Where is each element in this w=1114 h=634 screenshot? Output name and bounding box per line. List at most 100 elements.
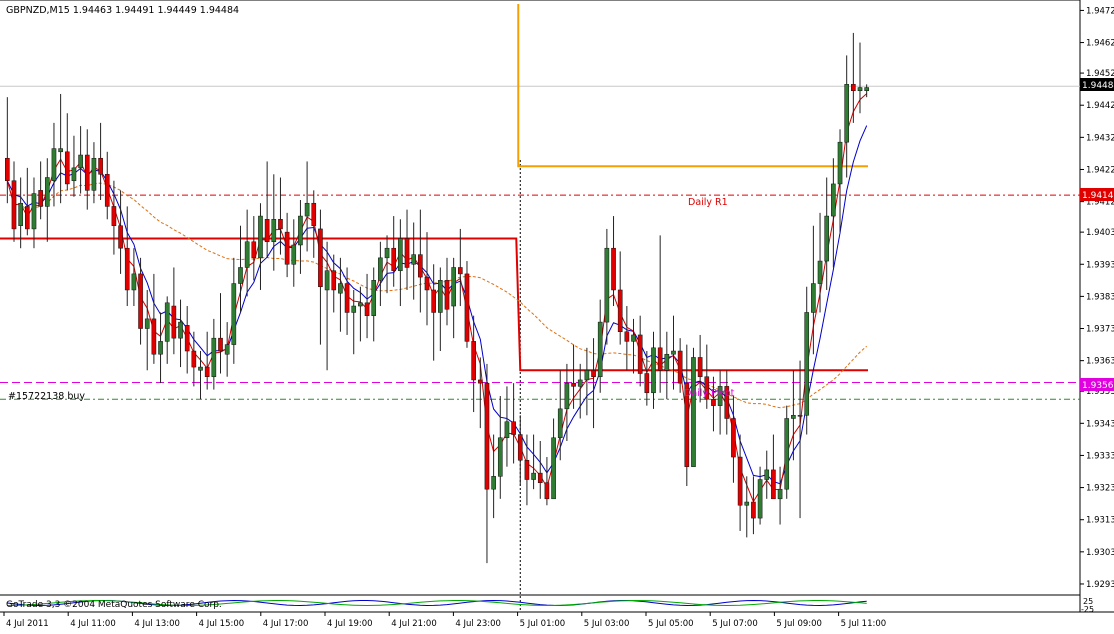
candle-body-26 [178,321,183,339]
candle-body-63 [424,276,430,291]
candle-body-76 [511,421,516,435]
chart-area[interactable]: 1.94720 1.94620 1.94525 1.94425 1.94325 1.942… [0,0,1114,630]
candle-body-121 [811,283,816,313]
candle-body-74 [497,437,503,477]
candle-body-120 [804,312,810,416]
candle-body-129 [864,87,869,92]
candle-body-49 [331,270,337,291]
candle-body-127 [851,84,856,92]
candle-body-60 [404,238,410,268]
price-tick-label-0: 1.94720 [1086,6,1114,16]
price-chart-svg[interactable]: 1.94720 1.94620 1.94525 1.94425 1.94325 1.942… [0,0,1114,630]
candle-103 [691,347,696,467]
time-tick-label-12: 5 Jul 09:00 [776,619,822,629]
candle-body-70 [471,341,476,381]
candle-body-72 [484,382,490,490]
buy-order-label: #15722138 buy [8,391,85,402]
candle-body-7 [51,148,57,181]
price-tick-label-16: 1.93135 [1086,516,1114,526]
candle-body-53 [358,302,363,307]
candle-body-124 [831,183,836,217]
candle-body-11 [78,154,83,169]
candle-body-57 [384,247,390,259]
candle-body-30 [204,366,210,377]
candle-body-117 [784,418,790,490]
time-tick-label-7: 4 Jul 23:00 [455,619,501,629]
candle-body-17 [118,225,123,249]
time-tick-label-0: 4 Jul 2011 [6,619,49,629]
candle-body-34 [231,283,237,345]
candle-body-31 [211,337,217,377]
candle-body-69 [464,273,470,342]
candle-body-114 [764,469,770,480]
candle-body-98 [657,347,663,371]
candle-body-54 [364,302,370,316]
candle-body-25 [171,305,177,339]
candle-body-24 [164,302,170,342]
time-tick-label-6: 4 Jul 21:00 [391,619,437,629]
price-tick-label-3: 1.94425 [1086,101,1114,111]
time-tick-label-3: 4 Jul 15:00 [199,619,245,629]
time-tick-label-13: 5 Jul 11:00 [841,619,887,629]
candle-body-50 [338,283,343,294]
candle-body-65 [438,280,443,313]
candle-body-95 [637,334,643,374]
candle-body-90 [604,247,610,323]
candle-body-40 [271,219,277,243]
candle-body-85 [571,382,576,387]
candle-body-22 [151,318,157,355]
candle-body-59 [398,238,403,271]
candle-body-83 [557,408,563,439]
candle-body-110 [737,456,743,506]
candle-body-94 [631,334,636,342]
candle-body-81 [544,482,550,500]
candle-body-1 [11,180,17,230]
time-tick-label-4: 4 Jul 17:00 [263,619,309,629]
candle-body-5 [38,190,43,207]
candle-body-61 [411,254,416,265]
candle-body-118 [791,415,796,419]
candle-body-100 [671,350,676,355]
candle-body-79 [531,472,536,480]
candle-body-106 [711,398,716,406]
r1-price-tag-text: 1.94145 [1082,191,1114,201]
candle-body-92 [617,289,623,332]
candle-body-6 [44,177,50,207]
candle-body-36 [244,241,250,268]
candle-body-68 [458,267,463,275]
candle-body-42 [284,231,290,265]
candle-body-56 [378,257,383,281]
candle-body-51 [344,283,350,313]
candle-body-104 [697,357,703,377]
candle-body-103 [691,357,696,467]
price-tick-label-8: 1.93930 [1086,260,1114,270]
candle-body-2 [18,202,23,226]
candle-body-82 [551,437,556,500]
candle-body-23 [158,341,163,355]
candle-body-123 [824,215,830,262]
price-tick-label-15: 1.93235 [1086,484,1114,494]
candle-body-91 [611,247,616,291]
candle-body-15 [104,174,110,207]
candle-body-62 [418,254,423,278]
candle-body-28 [191,350,197,368]
candle-body-89 [597,321,603,377]
candle-body-18 [124,247,130,291]
candle-body-3 [25,206,30,230]
candle-body-84 [564,382,570,410]
candle-body-115 [771,469,776,500]
candle-body-9 [64,151,70,185]
price-tick-label-14: 1.93335 [1086,451,1114,461]
price-tick-label-17: 1.93035 [1086,548,1114,558]
candle-body-32 [218,337,223,352]
candle-body-125 [837,141,843,185]
price-tick-label-13: 1.93435 [1086,419,1114,429]
candle-body-19 [131,273,137,291]
price-tick-label-4: 1.94325 [1086,133,1114,143]
candle-body-21 [144,318,150,329]
candle-body-39 [264,219,270,243]
time-tick-label-9: 5 Jul 03:00 [584,619,630,629]
sub-scale-bottom: -25 [1081,605,1094,614]
price-tick-label-1: 1.94620 [1086,39,1114,49]
candle-body-88 [591,370,596,377]
